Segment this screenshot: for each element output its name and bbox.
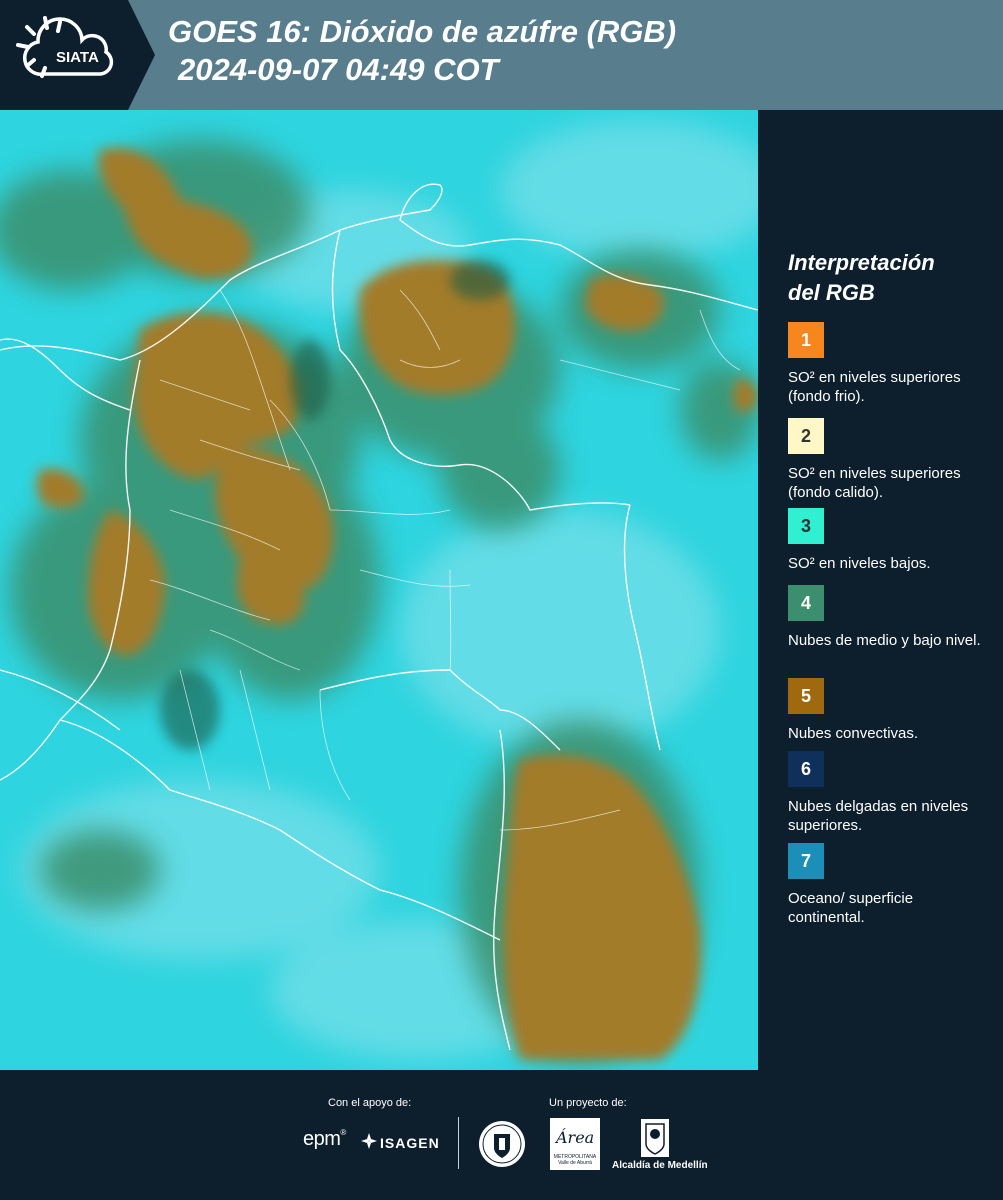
legend-item: 5 Nubes convectivas.: [788, 678, 993, 743]
epm-text: epm: [303, 1128, 341, 1150]
legend-label: Nubes de medio y bajo nivel.: [788, 632, 981, 649]
legend-swatch: 7: [788, 843, 824, 879]
satellite-map[interactable]: [0, 110, 758, 1070]
rgb-legend: Interpretación del RGB: [788, 248, 993, 308]
legend-item: 3 SO² en niveles bajos.: [788, 508, 993, 573]
legend-label: Nubes convectivas.: [788, 725, 919, 742]
legend-swatch: 2: [788, 418, 824, 454]
footer-divider: [458, 1117, 459, 1169]
legend-swatch: 5: [788, 678, 824, 714]
page-title: GOES 16: Dióxido de azúfre (RGB): [168, 14, 677, 49]
legend-label: SO² en niveles superiores (fondo frio).: [788, 369, 961, 405]
legend-label: Nubes delgadas en niveles superiores.: [788, 798, 969, 834]
legend-title-line1: Interpretación: [788, 250, 935, 275]
legend-swatch: 6: [788, 751, 824, 787]
page-timestamp: 2024-09-07 04:49 COT: [178, 52, 499, 87]
legend-label: Oceano/ superficie continental.: [788, 890, 914, 926]
area-logo-word: Área: [556, 1128, 595, 1147]
satellite-image: [0, 110, 758, 1070]
header-bar: SIATA GOES 16: Dióxido de azúfre (RGB) 2…: [0, 0, 1003, 110]
epm-logo[interactable]: epm®: [303, 1128, 346, 1151]
siata-logo-icon: SIATA: [0, 0, 155, 110]
isagen-logo[interactable]: ISAGEN: [380, 1135, 440, 1151]
support-label: Con el apoyo de:: [328, 1097, 412, 1109]
alcaldia-label: Alcaldía de Medellín: [612, 1160, 708, 1171]
footer: Con el apoyo de: Un proyecto de: epm® IS…: [0, 1070, 1003, 1200]
isagen-logo-icon: [361, 1133, 377, 1149]
project-label: Un proyecto de:: [549, 1097, 627, 1109]
siata-logo[interactable]: SIATA: [0, 0, 155, 110]
legend-item: 1 SO² en niveles superiores (fondo frio).: [788, 322, 993, 406]
medellin-seal-icon[interactable]: [478, 1120, 526, 1168]
legend-item: 4 Nubes de medio y bajo nivel.: [788, 585, 993, 650]
legend-item: 6 Nubes delgadas en niveles superiores.: [788, 751, 993, 835]
legend-item: 2 SO² en niveles superiores (fondo calido…: [788, 418, 993, 502]
legend-item: 7 Oceano/ superficie continental.: [788, 843, 993, 927]
alcaldia-crest-icon[interactable]: [640, 1118, 670, 1158]
legend-swatch: 3: [788, 508, 824, 544]
legend-label: SO² en niveles superiores (fondo calido)…: [788, 465, 961, 501]
map-divider: [758, 110, 760, 1070]
legend-swatch: 4: [788, 585, 824, 621]
svg-text:SIATA: SIATA: [56, 49, 99, 66]
legend-label: SO² en niveles bajos.: [788, 555, 931, 572]
area-logo-subtitle: METROPOLITANA Valle de Aburrá: [553, 1154, 597, 1166]
legend-swatch: 1: [788, 322, 824, 358]
legend-title-line2: del RGB: [788, 280, 875, 305]
